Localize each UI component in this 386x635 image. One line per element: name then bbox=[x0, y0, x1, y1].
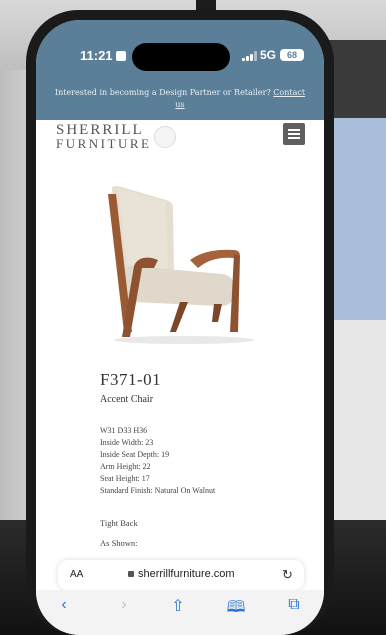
url-text[interactable]: sherrillfurniture.com bbox=[138, 568, 235, 580]
site-header: SHERRILL FURNITURE bbox=[36, 120, 324, 160]
logo-line2: FURNITURE bbox=[56, 136, 152, 151]
seal-icon bbox=[154, 126, 176, 148]
browser-toolbar: ‹ › ⇧ 🕮 ⧉ bbox=[36, 590, 324, 635]
brand-logo[interactable]: SHERRILL FURNITURE bbox=[56, 123, 152, 151]
id-card-icon bbox=[115, 51, 126, 61]
spec-item: Inside Seat Depth: 19 bbox=[100, 450, 170, 459]
spec-item: Seat Height: 17 bbox=[100, 474, 150, 483]
back-style: Tight Back bbox=[100, 518, 138, 528]
spec-item: Standard Finish: Natural On Walnut bbox=[100, 486, 216, 495]
reload-icon[interactable]: ↻ bbox=[282, 567, 293, 583]
phone-frame: 11:21 5G 68 Interested in becoming a Des… bbox=[26, 10, 334, 635]
product-name: Accent Chair bbox=[100, 394, 154, 405]
network-label: 5G bbox=[260, 48, 277, 62]
bookmarks-icon[interactable]: 🕮 bbox=[226, 596, 246, 623]
chair-image bbox=[108, 186, 254, 344]
lock-icon bbox=[128, 571, 134, 577]
forward-icon[interactable]: › bbox=[114, 596, 134, 614]
banner-text: Interested in becoming a Design Partner … bbox=[54, 88, 271, 97]
tabs-icon[interactable]: ⧉ bbox=[284, 596, 304, 614]
promo-banner: Interested in becoming a Design Partner … bbox=[36, 80, 324, 120]
product-extra: Tight Back As Shown: bbox=[100, 513, 310, 553]
back-icon[interactable]: ‹ bbox=[54, 596, 74, 614]
status-time: 11:21 bbox=[80, 48, 126, 63]
spec-item: Inside Width: 23 bbox=[100, 438, 154, 447]
share-icon[interactable]: ⇧ bbox=[168, 596, 188, 616]
product-details: F371-01 Accent Chair W31 D33 H36 Inside … bbox=[100, 370, 310, 553]
spec-item: Arm Height: 22 bbox=[100, 462, 151, 471]
reader-aa-button[interactable]: AA bbox=[70, 569, 83, 580]
address-bar[interactable]: AA sherrillfurniture.com ↻ bbox=[58, 560, 304, 590]
as-shown-label: As Shown: bbox=[100, 538, 138, 548]
phone-screen: 11:21 5G 68 Interested in becoming a Des… bbox=[36, 20, 324, 635]
status-bar: 11:21 5G 68 bbox=[36, 20, 324, 80]
spec-list: W31 D33 H36 Inside Width: 23 Inside Seat… bbox=[100, 425, 310, 497]
spec-item: W31 D33 H36 bbox=[100, 426, 148, 435]
battery-icon: 68 bbox=[280, 49, 304, 61]
menu-button[interactable] bbox=[283, 123, 305, 145]
dynamic-island bbox=[132, 43, 230, 71]
hamburger-icon bbox=[288, 129, 300, 131]
product-sku: F371-01 bbox=[100, 370, 162, 389]
signal-icon bbox=[242, 51, 257, 61]
